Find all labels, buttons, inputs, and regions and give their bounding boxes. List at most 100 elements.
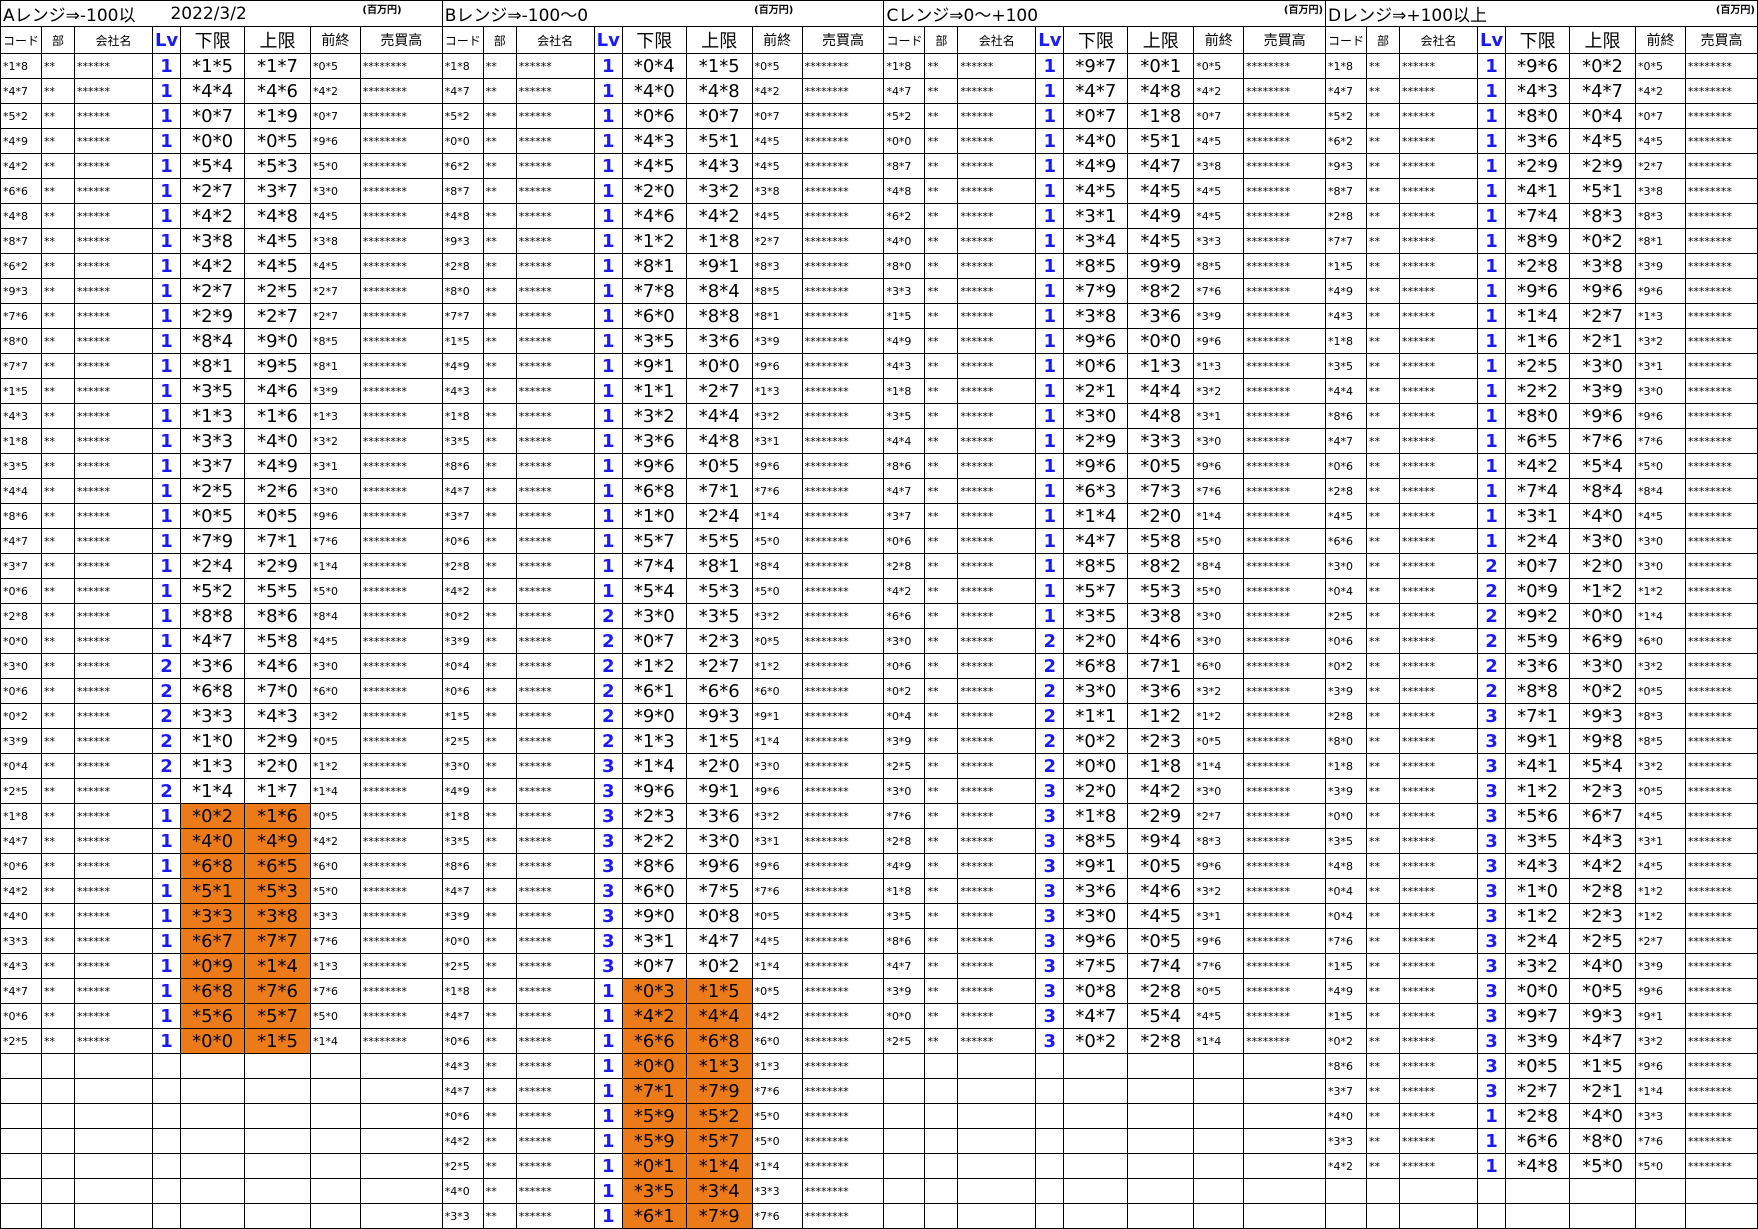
cell-company: ****** [73,178,153,204]
cell-company: ****** [73,803,153,829]
cell-upper: *4*8 [685,428,753,454]
empty-cell [1476,1203,1507,1229]
cell-level: 3 [1476,928,1507,954]
cell-upper: *4*6 [1127,878,1195,904]
cell-volume: ******** [801,953,885,979]
cell-lower: *2*9 [180,303,246,329]
range-a-title: Aレンジ⇒-100以 [0,0,153,27]
cell-company: ****** [957,903,1037,929]
cell-level: 1 [593,228,623,254]
empty-cell [883,1128,926,1154]
cell-company: ****** [1399,153,1478,179]
cell-company: ****** [957,253,1037,279]
cell-upper: *0*5 [685,453,753,479]
cell-upper: *8*8 [685,303,753,329]
cell-volume: ******** [359,328,443,354]
cell-prev-close: *3*3 [1193,228,1245,254]
cell-level: 1 [1035,128,1065,154]
cell-upper: *9*8 [1569,728,1636,754]
empty-cell [73,1078,153,1104]
cell-level: 1 [151,878,182,904]
cell-level: 1 [1035,103,1065,129]
empty-cell [41,1053,75,1079]
cell-division: ** [482,803,517,829]
cell-code: *5*2 [883,103,926,129]
cell-level: 3 [1476,878,1507,904]
cell-company: ****** [1399,653,1478,679]
cell-code: *4*9 [1325,278,1368,304]
cell-level: 3 [1035,1028,1065,1054]
cell-volume: ******** [359,153,443,179]
cell-company: ****** [1399,703,1478,729]
cell-lower: *0*7 [1505,553,1571,579]
cell-division: ** [1366,428,1401,454]
cell-code: *7*6 [1325,928,1368,954]
cell-lower: *2*0 [621,178,687,204]
cell-company: ****** [1399,678,1478,704]
cell-division: ** [41,428,75,454]
cell-code: *3*9 [883,978,926,1004]
cell-volume: ******** [359,578,443,604]
cell-code: *0*0 [0,628,43,654]
cell-upper: *3*6 [1127,678,1195,704]
table-row: *3*0 ** ****** 2 *3*6 *4*6 *3*0 ******** *0*4 ** *… [0,653,1758,679]
cell-upper: *4*4 [685,403,753,429]
cell-level: 1 [593,528,623,554]
cell-code: *1*8 [883,53,926,79]
cell-code: *8*6 [1325,1053,1368,1079]
cell-level: 3 [1476,703,1507,729]
cell-prev-close: *0*5 [309,803,361,829]
cell-upper: *5*0 [1569,1153,1636,1179]
cell-division: ** [1366,778,1401,804]
cell-company: ****** [1399,503,1478,529]
table-row: *4*0 ** ****** 1 *3*5 *3*4 *3*3 ******** [0,1178,1758,1204]
cell-code: *0*6 [0,678,43,704]
cell-division: ** [924,1028,959,1054]
cell-volume: ******** [801,178,885,204]
cell-division: ** [41,378,75,404]
cell-code: *4*7 [441,878,484,904]
cell-division: ** [482,578,517,604]
cell-code: *2*8 [441,553,484,579]
empty-cell [957,1128,1037,1154]
cell-code: *4*7 [0,978,43,1004]
cell-level: 1 [593,1203,623,1229]
cell-code: *3*0 [1325,553,1368,579]
empty-cell [1193,1103,1245,1129]
cell-volume: ******** [801,828,885,854]
cell-lower: *1*4 [1063,503,1129,529]
cell-upper: *7*0 [244,678,311,704]
cell-division: ** [924,703,959,729]
cell-company: ****** [515,128,595,154]
cell-upper: *3*0 [1569,353,1636,379]
empty-cell [1243,1103,1327,1129]
cell-lower: *8*1 [180,353,246,379]
cell-code: *4*3 [1325,303,1368,329]
cell-lower: *3*8 [180,228,246,254]
cell-lower: *2*3 [621,803,687,829]
cell-code: *7*7 [441,303,484,329]
cell-prev-close: *0*5 [751,903,803,929]
cell-upper: *2*1 [1569,328,1636,354]
empty-cell [180,1128,246,1154]
empty-cell [1063,1153,1129,1179]
cell-company: ****** [515,978,595,1004]
cell-division: ** [924,928,959,954]
cell-lower: *9*7 [1063,53,1129,79]
cell-company: ****** [1399,1128,1478,1154]
cell-prev-close: *9*6 [1635,278,1686,304]
cell-volume: ******** [1243,678,1327,704]
empty-cell [73,1203,153,1229]
cell-upper: *9*6 [685,853,753,879]
cell-division: ** [482,203,517,229]
cell-lower: *0*7 [621,628,687,654]
cell-level: 3 [1035,878,1065,904]
cell-code: *4*2 [1325,1153,1368,1179]
cell-code: *3*9 [441,628,484,654]
cell-lower: *6*8 [180,978,246,1004]
cell-upper: *1*7 [244,778,311,804]
cell-division: ** [924,203,959,229]
cell-prev-close: *1*2 [1193,703,1245,729]
cell-level: 1 [593,1028,623,1054]
cell-prev-close: *8*3 [1635,203,1686,229]
